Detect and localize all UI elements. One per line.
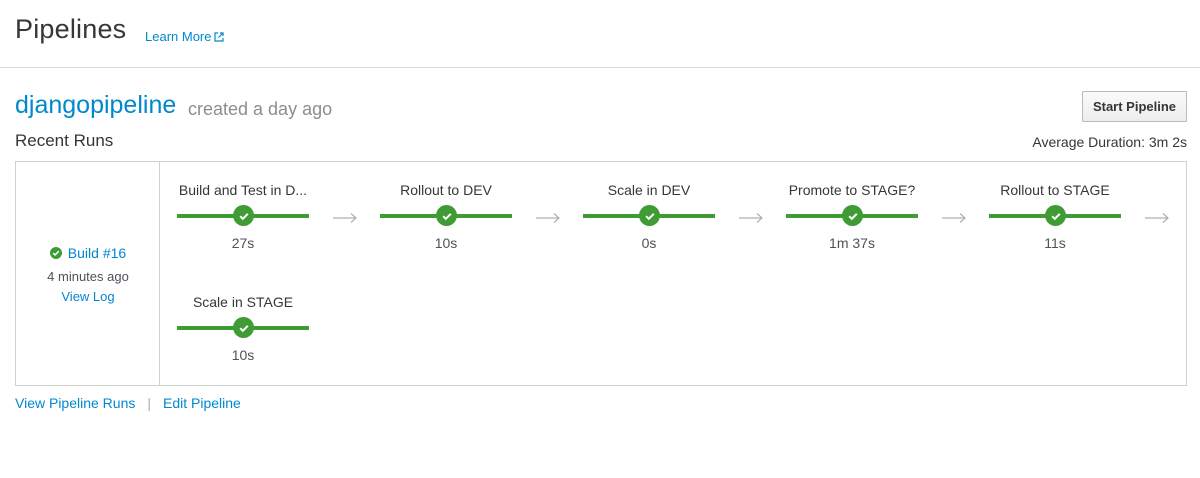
pipeline-stage[interactable]: Scale in DEV 0s (583, 182, 715, 262)
arrow-right-icon (333, 213, 357, 223)
check-circle-icon (233, 205, 254, 226)
stage-name: Build and Test in D... (178, 182, 308, 198)
page-title: Pipelines (15, 14, 127, 44)
arrow-right-icon (739, 213, 763, 223)
check-circle-icon (1045, 205, 1066, 226)
build-summary: Build #16 4 minutes ago View Log (16, 162, 160, 385)
pipeline-stage[interactable]: Scale in STAGE 10s (177, 294, 309, 374)
start-pipeline-button[interactable]: Start Pipeline (1082, 91, 1187, 122)
pipeline-stage[interactable]: Rollout to DEV 10s (380, 182, 512, 262)
view-log-link[interactable]: View Log (16, 289, 160, 304)
pipeline-name-link[interactable]: djangopipeline (15, 91, 176, 120)
page-header: Pipelines Learn More (0, 0, 1200, 68)
edit-pipeline-link[interactable]: Edit Pipeline (163, 395, 241, 411)
check-circle-icon (639, 205, 660, 226)
pipeline-stage[interactable]: Build and Test in D... 27s (177, 182, 309, 262)
link-separator: | (147, 395, 152, 411)
stage-name: Scale in STAGE (192, 294, 294, 310)
stage-duration: 1m 37s (829, 235, 875, 251)
pipeline-run-panel: Build #16 4 minutes ago View Log Build a… (15, 161, 1187, 386)
stage-duration: 10s (231, 347, 255, 363)
stage-name: Rollout to DEV (400, 182, 492, 198)
stage-duration: 11s (1044, 235, 1066, 251)
stage-name: Promote to STAGE? (788, 182, 916, 198)
arrow-right-icon (536, 213, 560, 223)
recent-runs-heading: Recent Runs (15, 131, 114, 150)
stage-duration: 10s (434, 235, 458, 251)
external-link-icon (214, 31, 225, 42)
stage-duration: 0s (641, 235, 657, 251)
pipeline-stage[interactable]: Promote to STAGE? 1m 37s (786, 182, 918, 262)
learn-more-link[interactable]: Learn More (145, 29, 225, 44)
arrow-right-icon (1145, 213, 1169, 223)
build-link[interactable]: Build #16 (16, 245, 160, 261)
footer-links: View Pipeline Runs | Edit Pipeline (15, 395, 241, 411)
view-pipeline-runs-link[interactable]: View Pipeline Runs (15, 395, 135, 411)
check-circle-icon (233, 317, 254, 338)
stage-duration: 27s (231, 235, 255, 251)
check-circle-icon (49, 247, 62, 259)
average-duration: Average Duration: 3m 2s (1032, 134, 1187, 150)
learn-more-label: Learn More (145, 29, 212, 44)
stage-name: Rollout to STAGE (1000, 182, 1110, 198)
stage-name: Scale in DEV (607, 182, 691, 198)
arrow-right-icon (942, 213, 966, 223)
check-circle-icon (842, 205, 863, 226)
pipeline-stage[interactable]: Rollout to STAGE 11s (989, 182, 1121, 262)
build-label: Build #16 (67, 245, 127, 261)
pipeline-created-text: created a day ago (188, 99, 333, 119)
build-timestamp: 4 minutes ago (47, 269, 129, 284)
check-circle-icon (436, 205, 457, 226)
